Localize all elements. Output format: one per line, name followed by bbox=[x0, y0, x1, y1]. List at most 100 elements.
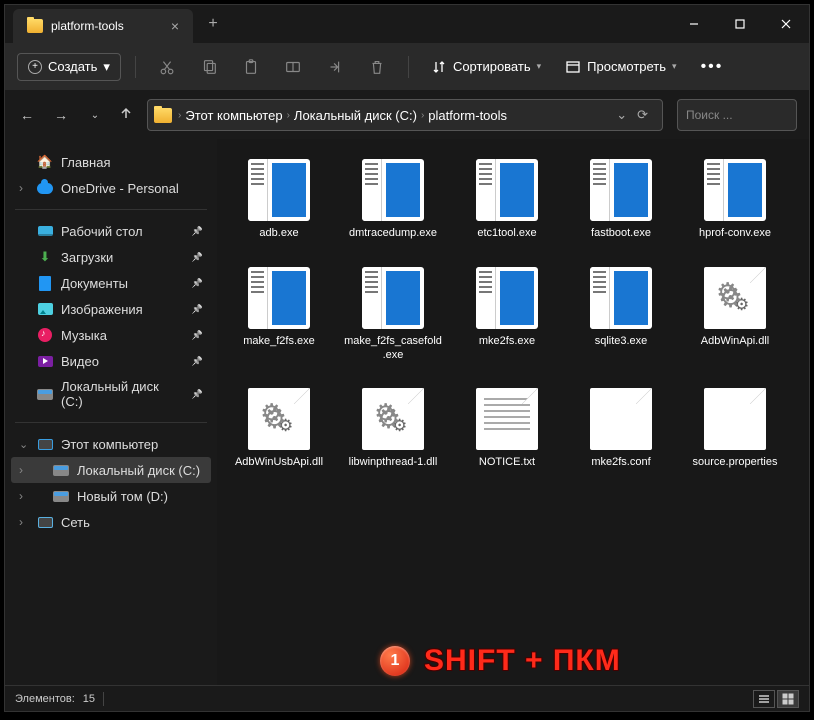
details-view-button[interactable] bbox=[753, 690, 775, 708]
breadcrumb-item[interactable]: Локальный диск (C:) bbox=[294, 108, 417, 123]
rename-button[interactable] bbox=[276, 52, 310, 82]
close-tab-icon[interactable]: × bbox=[171, 18, 179, 34]
back-button[interactable]: ← bbox=[17, 107, 37, 123]
music-icon bbox=[37, 327, 53, 343]
file-item[interactable]: mke2fs.conf bbox=[567, 384, 675, 474]
content-area[interactable]: adb.exe dmtracedump.exe etc1tool.exe fastbo… bbox=[217, 139, 809, 685]
sidebar-item-video[interactable]: Видео bbox=[11, 348, 211, 374]
maximize-button[interactable] bbox=[717, 5, 763, 43]
file-label: mke2fs.conf bbox=[591, 456, 650, 470]
chevron-right-icon: › bbox=[178, 110, 181, 121]
statusbar: Элементов: 15 bbox=[5, 685, 809, 711]
sidebar-item-documents[interactable]: Документы bbox=[11, 270, 211, 296]
view-label: Просмотреть bbox=[587, 59, 666, 74]
file-item[interactable]: sqlite3.exe bbox=[567, 263, 675, 367]
refresh-button[interactable]: ⟳ bbox=[637, 107, 648, 123]
exe-icon bbox=[476, 267, 538, 329]
file-item[interactable]: ⚙⚙ AdbWinApi.dll bbox=[681, 263, 789, 367]
forward-button[interactable]: → bbox=[51, 107, 71, 123]
breadcrumb-item[interactable]: Этот компьютер bbox=[185, 108, 282, 123]
file-item[interactable]: fastboot.exe bbox=[567, 155, 675, 245]
breadcrumb[interactable]: › Этот компьютер › Локальный диск (C:) ›… bbox=[147, 99, 663, 131]
recent-dropdown[interactable]: ⌄ bbox=[85, 110, 105, 121]
dll-icon: ⚙⚙ bbox=[704, 267, 766, 329]
separator bbox=[15, 209, 207, 210]
video-icon bbox=[37, 353, 53, 369]
file-item[interactable]: make_f2fs.exe bbox=[225, 263, 333, 367]
file-item[interactable]: ⚙⚙libwinpthread-1.dll bbox=[339, 384, 447, 474]
file-item[interactable]: make_f2fs_casefold.exe bbox=[339, 263, 447, 367]
search-input[interactable]: Поиск ... bbox=[677, 99, 797, 131]
desktop-icon bbox=[37, 223, 53, 239]
annotation-badge: 1 bbox=[380, 646, 410, 676]
share-button[interactable] bbox=[318, 52, 352, 82]
file-label: mke2fs.exe bbox=[479, 335, 535, 349]
file-label: dmtracedump.exe bbox=[349, 227, 437, 241]
file-item[interactable]: etc1tool.exe bbox=[453, 155, 561, 245]
sidebar-item-network[interactable]: Сеть bbox=[11, 509, 211, 535]
file-label: NOTICE.txt bbox=[479, 456, 535, 470]
new-tab-button[interactable]: + bbox=[193, 5, 233, 43]
file-label: AdbWinApi.dll bbox=[701, 335, 769, 349]
tab-active[interactable]: platform-tools × bbox=[13, 9, 193, 43]
sidebar-item-onedrive[interactable]: OneDrive - Personal bbox=[11, 175, 211, 201]
sidebar-item-music[interactable]: Музыка bbox=[11, 322, 211, 348]
file-item[interactable]: dmtracedump.exe bbox=[339, 155, 447, 245]
close-button[interactable] bbox=[763, 5, 809, 43]
disk-icon bbox=[53, 488, 69, 504]
create-button[interactable]: + Создать ▾ bbox=[17, 53, 121, 81]
file-label: fastboot.exe bbox=[591, 227, 651, 241]
sidebar-item-downloads[interactable]: ⬇Загрузки bbox=[11, 244, 211, 270]
delete-button[interactable] bbox=[360, 52, 394, 82]
titlebar: platform-tools × + bbox=[5, 5, 809, 43]
dll-icon: ⚙⚙ bbox=[362, 388, 424, 450]
file-icon bbox=[704, 388, 766, 450]
file-item[interactable]: source.properties bbox=[681, 384, 789, 474]
sidebar: 🏠Главная OneDrive - Personal Рабочий сто… bbox=[5, 139, 217, 685]
exe-icon bbox=[362, 159, 424, 221]
sidebar-item-pictures[interactable]: Изображения bbox=[11, 296, 211, 322]
chevron-down-icon[interactable]: ⌄ bbox=[616, 107, 627, 123]
annotation-overlay: 1 SHIFT + ПКМ bbox=[380, 644, 621, 678]
sidebar-item-drive-c[interactable]: Локальный диск (C:) bbox=[11, 457, 211, 483]
sort-button[interactable]: Сортировать ▾ bbox=[423, 54, 549, 80]
file-item[interactable]: hprof-conv.exe bbox=[681, 155, 789, 245]
sidebar-item-home[interactable]: 🏠Главная bbox=[11, 149, 211, 175]
navbar: ← → ⌄ › Этот компьютер › Локальный диск … bbox=[5, 91, 809, 139]
file-item[interactable]: mke2fs.exe bbox=[453, 263, 561, 367]
view-button[interactable]: Просмотреть ▾ bbox=[557, 54, 684, 80]
cut-button[interactable] bbox=[150, 52, 184, 82]
file-label: sqlite3.exe bbox=[595, 335, 648, 349]
create-label: Создать bbox=[48, 59, 97, 74]
exe-icon bbox=[590, 267, 652, 329]
tab-title: platform-tools bbox=[51, 19, 163, 33]
annotation-text: SHIFT + ПКМ bbox=[424, 644, 621, 678]
exe-icon bbox=[362, 267, 424, 329]
chevron-down-icon: ▾ bbox=[103, 59, 110, 75]
breadcrumb-item[interactable]: platform-tools bbox=[428, 108, 507, 123]
download-icon: ⬇ bbox=[37, 249, 53, 265]
copy-button[interactable] bbox=[192, 52, 226, 82]
file-item[interactable]: adb.exe bbox=[225, 155, 333, 245]
separator bbox=[135, 56, 136, 78]
paste-button[interactable] bbox=[234, 52, 268, 82]
file-item[interactable]: NOTICE.txt bbox=[453, 384, 561, 474]
sidebar-item-drive-c[interactable]: Локальный диск (C:) bbox=[11, 374, 211, 414]
more-button[interactable]: ••• bbox=[693, 58, 732, 76]
body: 🏠Главная OneDrive - Personal Рабочий сто… bbox=[5, 139, 809, 685]
chevron-right-icon: › bbox=[287, 110, 290, 121]
icons-view-button[interactable] bbox=[777, 690, 799, 708]
exe-icon bbox=[476, 159, 538, 221]
item-count: 15 bbox=[83, 693, 95, 705]
minimize-button[interactable] bbox=[671, 5, 717, 43]
sidebar-item-drive-d[interactable]: Новый том (D:) bbox=[11, 483, 211, 509]
window-controls bbox=[671, 5, 809, 43]
plus-icon: + bbox=[28, 60, 42, 74]
sidebar-item-desktop[interactable]: Рабочий стол bbox=[11, 218, 211, 244]
sidebar-item-thispc[interactable]: Этот компьютер bbox=[11, 431, 211, 457]
exe-icon bbox=[704, 159, 766, 221]
file-item[interactable]: ⚙⚙AdbWinUsbApi.dll bbox=[225, 384, 333, 474]
up-button[interactable] bbox=[119, 106, 133, 125]
folder-icon bbox=[27, 19, 43, 33]
view-icon bbox=[565, 59, 581, 75]
